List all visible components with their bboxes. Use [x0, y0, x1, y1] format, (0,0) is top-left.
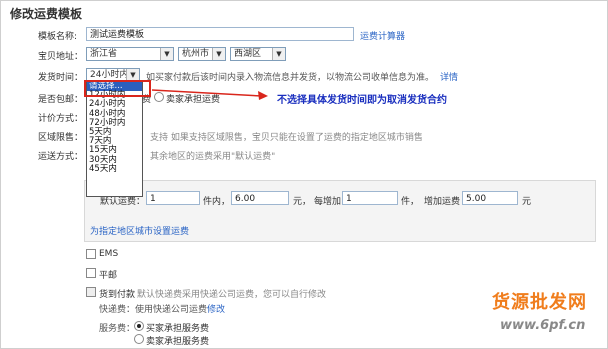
- template-name-input[interactable]: 测试运费模板: [86, 27, 354, 41]
- province-value: 浙江省: [90, 49, 118, 59]
- yuan-label-2: 元: [522, 197, 532, 207]
- district-value: 西湖区: [234, 49, 262, 59]
- unit-label-1: 件内，: [203, 197, 231, 207]
- ship-method-text: 其余地区的运费采用"默认运费": [150, 152, 276, 162]
- chevron-down-icon: ▼: [272, 48, 285, 60]
- free-ship-label: 是否包邮：: [38, 95, 84, 105]
- ship-time-detail-link[interactable]: 详情: [440, 70, 458, 83]
- cod-checkbox[interactable]: [86, 287, 96, 297]
- location-label: 宝贝地址：: [38, 52, 84, 62]
- ship-time-label: 发货时间：: [38, 73, 84, 83]
- each-add-label: 每增加: [314, 197, 342, 207]
- region-text: 支持 如果支持区域限售，宝贝只能在设置了运费的指定地区城市销售: [150, 133, 423, 143]
- city-value: 杭州市: [182, 49, 210, 59]
- annotation-text: 不选择具体发货时间即为取消发货合约: [277, 95, 447, 106]
- district-select[interactable]: 西湖区 ▼: [230, 47, 286, 61]
- cod-fee-line: 快递费：使用快递公司运费: [99, 305, 208, 315]
- cod-label: 货到付款: [99, 290, 136, 300]
- add-fee-input[interactable]: 5.00: [462, 191, 518, 205]
- highlight-box: [84, 80, 151, 97]
- watermark-url: www.6pf.cn: [500, 318, 586, 333]
- region-label: 区域限售：: [38, 133, 84, 143]
- dropdown-option[interactable]: 45天内: [87, 164, 142, 174]
- ship-time-dropdown[interactable]: 请选择... 12小时内 24小时内 48小时内 72小时内 5天内 7天内 1…: [86, 81, 143, 197]
- template-name-label: 模板名称:: [38, 32, 78, 42]
- page-title: 修改运费模板: [10, 7, 83, 21]
- cod-text: 默认快递费采用快递公司运费，您可以自行修改: [137, 290, 327, 300]
- post-checkbox[interactable]: [86, 268, 96, 278]
- seller-pays-service-label: 卖家承担服务费: [146, 337, 210, 347]
- pricing-label: 计价方式：: [38, 114, 84, 124]
- first-qty-input[interactable]: 1: [146, 191, 200, 205]
- unit-label-2: 件，: [401, 197, 420, 207]
- ship-time-value: 24小时内: [90, 70, 129, 80]
- watermark-title: 货源批发网: [492, 292, 587, 313]
- annotation-arrow: [151, 89, 268, 100]
- cod-fee-edit-link[interactable]: 修改: [207, 302, 225, 315]
- post-label: 平邮: [99, 271, 118, 281]
- province-select[interactable]: 浙江省 ▼: [86, 47, 174, 61]
- yuan-label-1: 元，: [293, 197, 312, 207]
- seller-pays-service-radio[interactable]: [134, 334, 144, 344]
- region-fee-link[interactable]: 为指定地区城市设置运费: [90, 224, 189, 237]
- freight-calculator-link[interactable]: 运费计算器: [360, 29, 405, 42]
- add-fee-label: 增加运费: [424, 197, 461, 207]
- chevron-down-icon: ▼: [212, 48, 225, 60]
- chevron-down-icon: ▼: [160, 48, 173, 60]
- add-qty-input[interactable]: 1: [342, 191, 398, 205]
- buyer-pays-service-radio[interactable]: [134, 321, 144, 331]
- ems-checkbox[interactable]: [86, 249, 96, 259]
- service-fee-label: 服务费：: [99, 324, 136, 334]
- ship-method-label: 运送方式：: [38, 152, 84, 162]
- ems-label: EMS: [99, 249, 119, 259]
- city-select[interactable]: 杭州市 ▼: [178, 47, 226, 61]
- first-fee-input[interactable]: 6.00: [231, 191, 289, 205]
- buyer-pays-service-label: 买家承担服务费: [146, 324, 210, 334]
- ship-time-hint: 如买家付款后该时间内录入物流信息并发货，以物流公司收单信息为准。: [146, 73, 435, 83]
